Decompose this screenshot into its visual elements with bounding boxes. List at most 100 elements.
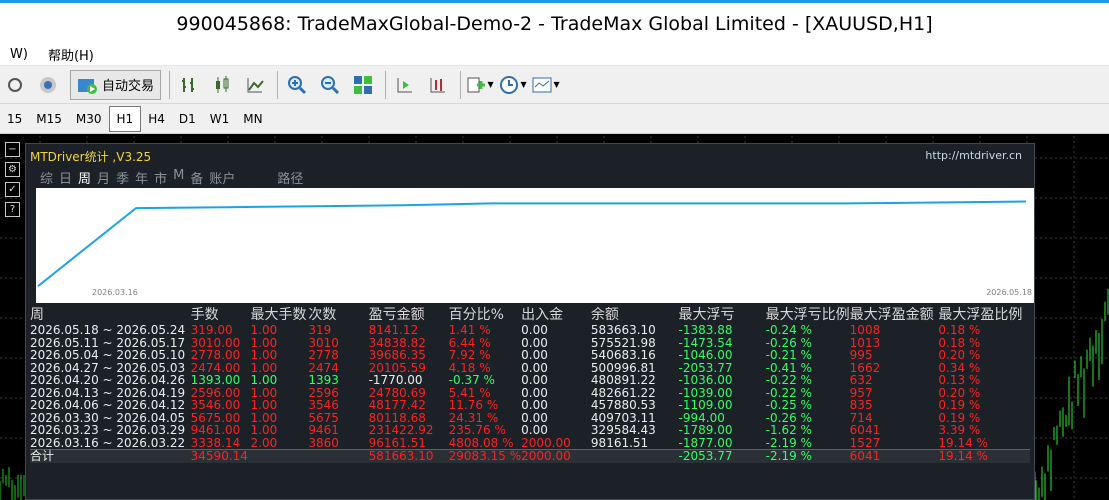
timeframe-mn[interactable]: MN bbox=[236, 106, 269, 132]
table-cell: -1789.00 bbox=[678, 423, 733, 437]
table-cell: 0.20 % bbox=[938, 348, 981, 362]
timeframe-m15[interactable]: M15 bbox=[29, 106, 69, 132]
table-cell: 1.00 bbox=[250, 323, 278, 337]
timeframe-m5[interactable]: 15 bbox=[0, 106, 29, 132]
col-lots: 手数 bbox=[190, 307, 219, 323]
toolbar-separator bbox=[169, 70, 171, 99]
tab-path[interactable]: 路径 bbox=[277, 168, 303, 187]
table-cell: 1.00 bbox=[250, 398, 278, 412]
toolbar-separator bbox=[460, 70, 462, 99]
col-week: 周 bbox=[30, 307, 44, 323]
tab-week[interactable]: 周 bbox=[78, 168, 91, 187]
periods-button[interactable]: ▼ bbox=[498, 70, 528, 100]
table-cell: 19.14 % bbox=[938, 435, 988, 450]
col-count: 次数 bbox=[308, 307, 337, 323]
minimize-panel-button[interactable]: − bbox=[5, 142, 20, 157]
menu-item-window[interactable]: W) bbox=[0, 47, 38, 62]
panel-url-link[interactable]: http://mtdriver.cn bbox=[925, 149, 1022, 162]
panel-check-button[interactable]: ✓ bbox=[5, 182, 20, 197]
tab-notes[interactable]: 备 bbox=[190, 168, 203, 187]
table-row: 2026.05.18 ~ 2026.05.24 319.00 1.00 319 8141… bbox=[30, 324, 1030, 337]
zoom-in-button[interactable] bbox=[282, 70, 312, 100]
table-cell: 96161.51 bbox=[368, 435, 426, 450]
total-cell: -2.19 % bbox=[765, 449, 850, 463]
table-cell: 1.41 % bbox=[448, 323, 491, 337]
templates-button[interactable]: ▼ bbox=[531, 70, 561, 100]
tab-m[interactable]: M bbox=[173, 168, 184, 187]
template-icon bbox=[532, 77, 552, 92]
auto-trade-button[interactable]: 自动交易 bbox=[70, 69, 162, 100]
bar-chart-button[interactable] bbox=[174, 70, 204, 100]
dropdown-arrow-icon: ▼ bbox=[487, 80, 494, 89]
timeframe-w1[interactable]: W1 bbox=[203, 106, 237, 132]
tab-quarter[interactable]: 季 bbox=[116, 168, 129, 187]
total-cell: 19.14 % bbox=[938, 449, 1030, 463]
tab-year[interactable]: 年 bbox=[135, 168, 148, 187]
table-cell: -2.19 % bbox=[765, 435, 812, 450]
table-cell: 0.00 bbox=[521, 323, 548, 337]
table-cell: 1008 bbox=[849, 323, 881, 337]
table-cell: 2026.05.04 ~ 2026.05.10 bbox=[30, 348, 186, 362]
total-cell: 2000.00 bbox=[521, 449, 591, 463]
table-cell: 7.92 % bbox=[448, 348, 491, 362]
table-cell: 319.00 bbox=[190, 323, 233, 337]
table-row: 2026.03.16 ~ 2026.03.22 3338.14 2.00 3860 96… bbox=[30, 435, 1030, 450]
timeframe-d1[interactable]: D1 bbox=[172, 106, 203, 132]
panel-settings-button[interactable]: ⚙ bbox=[5, 162, 20, 177]
line-chart-icon bbox=[247, 77, 264, 92]
equity-curve-line bbox=[37, 200, 1027, 287]
table-cell: -1046.00 bbox=[678, 348, 733, 362]
table-cell: 48177.42 bbox=[368, 398, 426, 412]
window-title-bar: 990045868: TradeMaxGlobal-Demo-2 - Trade… bbox=[0, 0, 1109, 44]
table-cell: -1383.88 bbox=[678, 323, 733, 337]
equity-end-date: 2026.05.18 bbox=[986, 288, 1032, 297]
tab-month[interactable]: 月 bbox=[97, 168, 110, 187]
timeframe-m30[interactable]: M30 bbox=[69, 106, 109, 132]
timeframe-h4[interactable]: H4 bbox=[141, 106, 172, 132]
menu-bar: W) 帮助(H) bbox=[0, 44, 1109, 66]
col-max-drawdown: 最大浮亏 bbox=[678, 307, 735, 323]
candlestick-button[interactable] bbox=[207, 70, 237, 100]
table-cell: 2778.00 bbox=[190, 348, 241, 362]
window-title: 990045868: TradeMaxGlobal-Demo-2 - Trade… bbox=[176, 12, 933, 35]
tab-summary[interactable]: 综 bbox=[40, 168, 53, 187]
table-cell: 583663.10 bbox=[590, 323, 656, 337]
menu-item-help[interactable]: 帮助(H) bbox=[38, 45, 104, 64]
table-cell: 2026.03.23 ~ 2026.03.29 bbox=[30, 423, 186, 437]
table-cell: 9461.00 bbox=[190, 423, 241, 437]
table-cell: 231422.92 bbox=[368, 423, 434, 437]
table-cell: 3546 bbox=[308, 398, 339, 412]
chart-shift-button[interactable] bbox=[390, 70, 420, 100]
table-cell: 2.00 bbox=[250, 435, 278, 450]
table-cell: 0.13 % bbox=[938, 373, 981, 387]
table-cell: 8141.12 bbox=[368, 323, 419, 337]
auto-trade-icon bbox=[78, 78, 97, 94]
signals-button[interactable] bbox=[33, 70, 63, 100]
table-cell: 1.00 bbox=[250, 423, 278, 437]
tile-windows-button[interactable] bbox=[348, 70, 378, 100]
timeframe-h1[interactable]: H1 bbox=[108, 105, 142, 132]
indicators-button[interactable]: ▼ bbox=[465, 70, 495, 100]
table-cell: 995 bbox=[849, 348, 873, 362]
table-cell: -1036.00 bbox=[678, 373, 733, 387]
tab-day[interactable]: 日 bbox=[59, 168, 72, 187]
equity-start-date: 2026.03.16 bbox=[92, 288, 138, 297]
total-cell: 29083.15 % bbox=[448, 449, 522, 463]
table-cell: 0.19 % bbox=[938, 398, 981, 412]
autoscroll-button[interactable] bbox=[423, 70, 453, 100]
dropdown-arrow-icon: ▼ bbox=[553, 80, 560, 89]
table-cell: 3338.14 bbox=[190, 435, 241, 450]
tab-market[interactable]: 市 bbox=[154, 168, 167, 187]
zoom-out-button[interactable] bbox=[315, 70, 345, 100]
panel-help-button[interactable]: ? bbox=[5, 202, 20, 217]
table-cell: -0.22 % bbox=[765, 373, 812, 387]
table-cell: -0.21 % bbox=[765, 348, 812, 362]
table-cell: -1770.00 bbox=[368, 373, 423, 387]
tab-account[interactable]: 账户 bbox=[209, 168, 235, 187]
table-cell: 835 bbox=[849, 398, 873, 412]
line-chart-button[interactable] bbox=[240, 70, 270, 100]
chart-properties-button[interactable] bbox=[0, 70, 30, 100]
table-cell: 2026.03.16 ~ 2026.03.22 bbox=[30, 435, 186, 450]
price-chart-area[interactable]: − ⚙ ✓ ? MTDriver统计 ,V3.25 http://mtdrive… bbox=[0, 136, 1109, 500]
table-cell: 540683.16 bbox=[590, 348, 656, 362]
